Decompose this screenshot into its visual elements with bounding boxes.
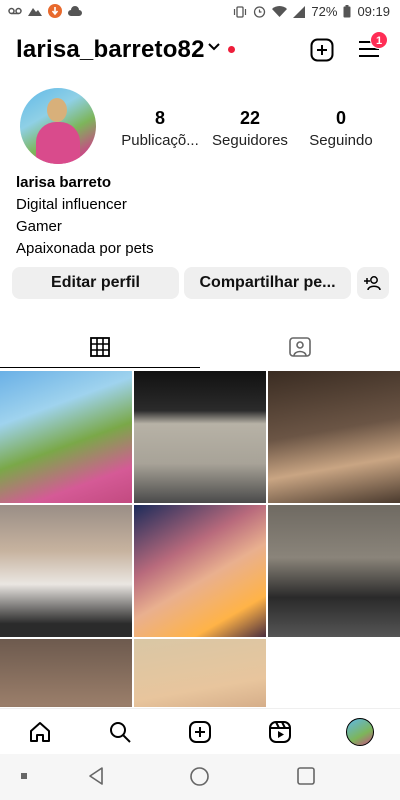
clock: 09:19 <box>357 4 390 19</box>
edit-profile-button[interactable]: Editar perfil <box>12 267 179 299</box>
mountain-icon <box>28 8 42 16</box>
back-icon[interactable] <box>86 766 106 786</box>
bio-line: Digital influencer <box>16 196 127 213</box>
create-icon <box>189 721 211 743</box>
posts-stat: 8 Publicaçõ... <box>116 108 204 149</box>
battery-percent: 72% <box>311 4 338 19</box>
bio-line: Gamer <box>16 218 62 235</box>
battery-icon <box>343 5 351 18</box>
following-stat[interactable]: 0 Seguindo <box>296 108 386 149</box>
bottom-nav <box>0 708 400 755</box>
chevron-down-icon[interactable] <box>208 42 220 52</box>
profile-header: larisa_barreto82 1 <box>0 28 400 74</box>
post-thumbnail[interactable] <box>0 371 132 503</box>
following-count: 0 <box>335 108 346 128</box>
home-icon <box>30 722 50 742</box>
following-label: Seguindo <box>309 132 373 149</box>
voicemail-icon <box>8 7 22 15</box>
alarm-icon <box>254 6 266 18</box>
posts-count: 8 <box>154 108 165 128</box>
post-thumbnail[interactable] <box>0 639 132 707</box>
post-thumbnail[interactable] <box>268 505 400 637</box>
post-thumbnail[interactable] <box>134 639 266 707</box>
app-notification-icon <box>48 4 62 18</box>
nav-profile[interactable] <box>340 717 380 747</box>
post-thumbnail[interactable] <box>134 505 266 637</box>
nav-home[interactable] <box>20 717 60 747</box>
recents-icon[interactable] <box>296 766 316 786</box>
vibrate-icon <box>234 5 247 18</box>
reels-icon <box>269 721 291 743</box>
system-navigation <box>0 754 400 800</box>
post-thumbnail[interactable] <box>134 371 266 503</box>
status-system: 72% 09:19 <box>233 4 390 19</box>
search-icon <box>110 722 131 743</box>
tab-tagged[interactable] <box>200 326 400 368</box>
profile-avatar-small <box>346 718 374 746</box>
followers-stat[interactable]: 22 Seguidores <box>206 108 294 149</box>
posts-label: Publicaçõ... <box>121 132 199 149</box>
signal-icon <box>293 5 306 18</box>
share-profile-button[interactable]: Compartilhar pe... <box>184 267 351 299</box>
followers-count: 22 <box>239 108 261 128</box>
post-thumbnail[interactable] <box>268 371 400 503</box>
nav-reels[interactable] <box>260 717 300 747</box>
tab-posts-grid[interactable] <box>0 326 200 368</box>
profile-bio: larisa barreto Digital influencer Gamer … <box>16 172 154 260</box>
grid-icon <box>90 336 110 357</box>
create-post-icon[interactable] <box>310 38 334 62</box>
home-circle-icon[interactable] <box>189 766 210 787</box>
status-notifications <box>8 4 82 18</box>
posts-grid <box>0 371 400 707</box>
profile-tabs <box>0 326 400 368</box>
notification-badge: 1 <box>370 31 388 49</box>
username-switcher[interactable]: larisa_barreto82 <box>16 36 205 64</box>
display-name: larisa barreto <box>16 174 112 191</box>
profile-avatar[interactable] <box>20 88 96 164</box>
tagged-icon <box>289 337 311 357</box>
wifi-icon <box>272 5 288 17</box>
nav-create[interactable] <box>180 717 220 747</box>
cloud-icon <box>68 6 82 16</box>
post-thumbnail[interactable] <box>0 505 132 637</box>
add-person-icon <box>364 276 381 291</box>
dot-icon[interactable] <box>20 772 28 780</box>
unread-dot <box>228 46 235 53</box>
bio-line: Apaixonada por pets <box>16 240 154 257</box>
discover-people-button[interactable] <box>357 267 389 299</box>
status-bar: 72% 09:19 <box>0 0 400 24</box>
nav-search[interactable] <box>100 717 140 747</box>
followers-label: Seguidores <box>212 132 288 149</box>
